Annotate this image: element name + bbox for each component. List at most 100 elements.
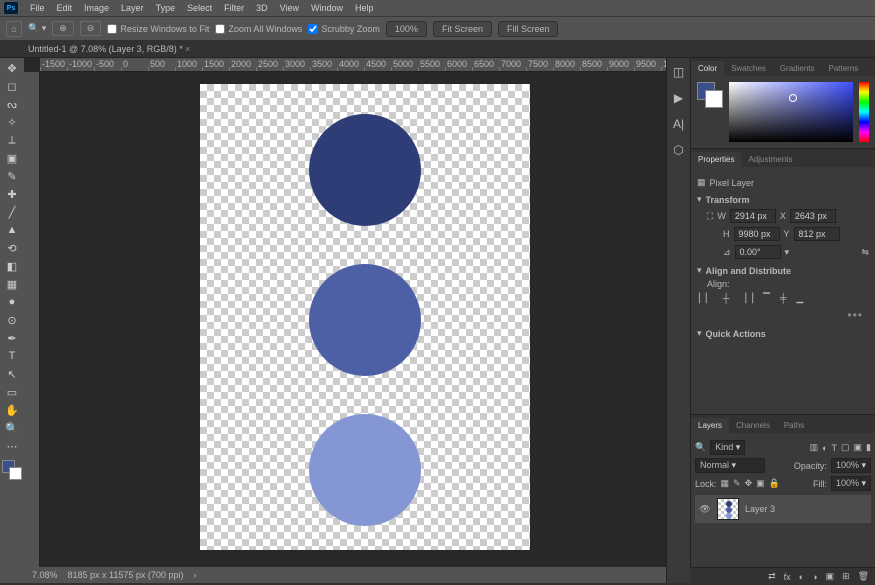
zoom-tool[interactable]: 🔍: [3, 420, 21, 436]
tab-gradients[interactable]: Gradients: [773, 61, 822, 76]
status-doc[interactable]: 8185 px x 11575 px (700 ppi): [68, 570, 184, 580]
zoom-tool-icon[interactable]: 🔍 ▾: [28, 23, 46, 34]
lock-pos-icon[interactable]: ✥: [745, 478, 753, 489]
tab-patterns[interactable]: Patterns: [822, 61, 866, 76]
history-panel-icon[interactable]: ◫: [671, 64, 687, 80]
height-input[interactable]: 9980 px: [734, 227, 780, 241]
close-tab-icon[interactable]: ×: [185, 44, 190, 54]
collapse-icon[interactable]: ▾: [697, 328, 702, 339]
zoom-100-button[interactable]: 100%: [386, 21, 427, 37]
lock-paint-icon[interactable]: ✎: [733, 478, 741, 489]
mask-icon[interactable]: ◐: [799, 572, 804, 582]
tab-adjustments[interactable]: Adjustments: [741, 152, 799, 167]
align-hcenter-icon[interactable]: ┼: [723, 293, 729, 304]
color-field[interactable]: [729, 82, 853, 142]
lock-nest-icon[interactable]: ▣: [756, 478, 765, 489]
zoom-out-icon[interactable]: ⊖: [80, 21, 102, 36]
menu-type[interactable]: Type: [150, 1, 182, 15]
eyedropper-tool[interactable]: ✎: [3, 168, 21, 184]
angle-caret-icon[interactable]: ▾: [785, 247, 790, 258]
tab-properties[interactable]: Properties: [691, 152, 741, 167]
artboard[interactable]: [200, 84, 530, 550]
menu-window[interactable]: Window: [305, 1, 349, 15]
hue-slider[interactable]: [859, 82, 869, 142]
canvas-area[interactable]: 7.08% 8185 px x 11575 px (700 ppi) ›: [24, 58, 666, 583]
menu-file[interactable]: File: [24, 1, 51, 15]
filter-pixel-icon[interactable]: ▥: [810, 442, 819, 453]
fx-icon[interactable]: fx: [784, 572, 791, 582]
link-layers-icon[interactable]: ⇄: [768, 571, 776, 582]
adjustment-icon[interactable]: ◑: [812, 572, 817, 582]
filter-adj-icon[interactable]: ◐: [822, 443, 827, 453]
scrubby-zoom-checkbox[interactable]: Scrubby Zoom: [308, 24, 380, 34]
lasso-tool[interactable]: ᔓ: [3, 96, 21, 112]
fill-screen-button[interactable]: Fill Screen: [498, 21, 559, 37]
menu-view[interactable]: View: [274, 1, 305, 15]
group-icon[interactable]: ▣: [826, 571, 835, 582]
zoom-all-checkbox[interactable]: Zoom All Windows: [215, 24, 302, 34]
eraser-tool[interactable]: ◧: [3, 258, 21, 274]
brush-tool[interactable]: ╱: [3, 204, 21, 220]
filter-type-icon[interactable]: T: [832, 443, 838, 453]
dodge-tool[interactable]: ⊙: [3, 312, 21, 328]
document-tab[interactable]: Untitled-1 @ 7.08% (Layer 3, RGB/8) * ×: [20, 41, 198, 57]
link-wh-icon[interactable]: ⛶: [707, 211, 713, 222]
3d-panel-icon[interactable]: ⬡: [671, 142, 687, 158]
width-input[interactable]: 2914 px: [730, 209, 776, 223]
healing-tool[interactable]: ✚: [3, 186, 21, 202]
lock-all-icon[interactable]: 🔒: [769, 478, 780, 489]
filter-shape-icon[interactable]: ▢: [841, 442, 850, 453]
blend-mode-select[interactable]: Normal ▾: [695, 458, 765, 473]
align-right-icon[interactable]: ▕▕: [739, 293, 753, 304]
tab-swatches[interactable]: Swatches: [724, 61, 773, 76]
gradient-tool[interactable]: ▦: [3, 276, 21, 292]
menu-3d[interactable]: 3D: [250, 1, 274, 15]
menu-layer[interactable]: Layer: [115, 1, 150, 15]
align-top-icon[interactable]: ▔: [763, 293, 770, 304]
menu-filter[interactable]: Filter: [218, 1, 250, 15]
layer-thumbnail[interactable]: [717, 498, 739, 520]
align-bottom-icon[interactable]: ▁: [796, 293, 803, 304]
align-vcenter-icon[interactable]: ╪: [780, 293, 786, 304]
blur-tool[interactable]: ●: [3, 294, 21, 310]
path-tool[interactable]: ↖: [3, 366, 21, 382]
trash-icon[interactable]: 🗑: [858, 571, 869, 582]
tab-paths[interactable]: Paths: [777, 418, 811, 433]
filter-toggle[interactable]: ▮: [866, 442, 871, 453]
kind-select[interactable]: Kind ▾: [710, 440, 745, 455]
type-tool[interactable]: T: [3, 348, 21, 364]
status-caret-icon[interactable]: ›: [193, 570, 196, 580]
home-button[interactable]: ⌂: [6, 21, 22, 37]
edit-toolbar[interactable]: ⋯: [3, 438, 21, 454]
play-panel-icon[interactable]: ▶: [671, 90, 687, 106]
marquee-tool[interactable]: ◻: [3, 78, 21, 94]
lock-trans-icon[interactable]: ▦: [721, 478, 730, 489]
stamp-tool[interactable]: ▲: [3, 222, 21, 238]
shape-tool[interactable]: ▭: [3, 384, 21, 400]
tab-color[interactable]: Color: [691, 61, 724, 76]
filter-icon[interactable]: 🔍: [695, 442, 706, 453]
hand-tool[interactable]: ✋: [3, 402, 21, 418]
opacity-input[interactable]: 100% ▾: [831, 458, 871, 473]
color-swatches[interactable]: [2, 460, 22, 480]
menu-help[interactable]: Help: [349, 1, 380, 15]
wand-tool[interactable]: ✧: [3, 114, 21, 130]
tab-channels[interactable]: Channels: [729, 418, 777, 433]
collapse-icon[interactable]: ▾: [697, 194, 702, 205]
menu-select[interactable]: Select: [181, 1, 218, 15]
collapse-icon[interactable]: ▾: [697, 265, 702, 276]
glyphs-panel-icon[interactable]: A|: [671, 116, 687, 132]
tab-layers[interactable]: Layers: [691, 418, 729, 433]
flip-h-icon[interactable]: ⇋: [861, 247, 869, 258]
history-brush-tool[interactable]: ⟲: [3, 240, 21, 256]
pen-tool[interactable]: ✒: [3, 330, 21, 346]
x-input[interactable]: 2643 px: [790, 209, 836, 223]
visibility-icon[interactable]: 👁: [699, 504, 711, 515]
zoom-in-icon[interactable]: ⊕: [52, 21, 74, 36]
move-tool[interactable]: ✥: [3, 60, 21, 76]
panel-fgbg-swatch[interactable]: [697, 82, 723, 108]
fit-screen-button[interactable]: Fit Screen: [433, 21, 492, 37]
layer-row[interactable]: 👁 Layer 3: [695, 495, 871, 523]
angle-input[interactable]: 0.00°: [735, 245, 781, 259]
align-left-icon[interactable]: ▏▏: [699, 293, 713, 304]
